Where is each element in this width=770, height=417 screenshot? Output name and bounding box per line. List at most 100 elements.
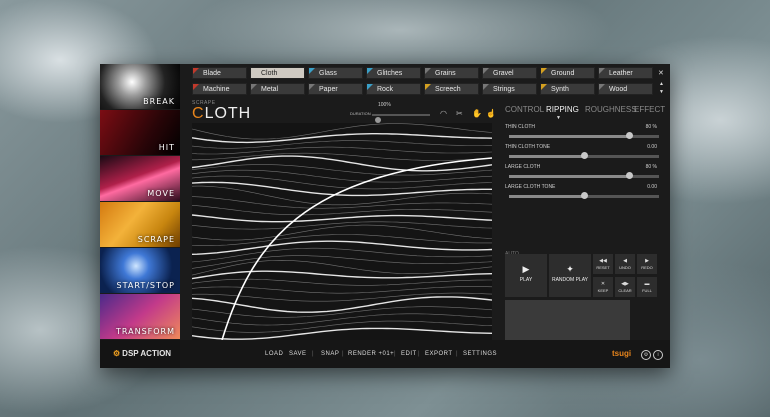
category-start-stop[interactable]: START/STOP (100, 248, 180, 293)
category-hit[interactable]: HIT (100, 110, 180, 155)
preset-color-marker (251, 84, 257, 90)
hand-icon[interactable]: ✋ (472, 109, 482, 118)
preset-color-marker (425, 68, 431, 74)
param-fill (509, 135, 629, 138)
render-button[interactable]: RENDER +01+ (348, 351, 394, 357)
footer-separator: | (394, 351, 396, 357)
param-value: 80 % (645, 124, 657, 130)
undo-button[interactable]: ◀ UNDO (615, 254, 635, 274)
tab-control[interactable]: CONTROL (505, 105, 544, 114)
preset-grains[interactable]: Grains (424, 67, 479, 79)
preset-metal[interactable]: Metal (250, 83, 305, 95)
preset-color-marker (599, 68, 605, 74)
clear-button[interactable]: ◀▶ CLEAR (615, 277, 635, 297)
clear-icon: ◀▶ (621, 281, 629, 287)
category-scrape-label: SCRAPE (137, 235, 175, 244)
preset-glass[interactable]: Glass (308, 67, 363, 79)
param-label: THIN CLOTH (505, 124, 535, 130)
reset-button[interactable]: ◀◀ RESET (593, 254, 613, 274)
cloth-wave-line (192, 205, 492, 216)
preset-blade[interactable]: Blade (192, 67, 247, 79)
duration-track[interactable] (372, 114, 430, 123)
preset-color-marker (425, 84, 431, 90)
save-button[interactable]: SAVE (289, 351, 307, 357)
footer-separator: | (456, 351, 458, 357)
tab-roughness[interactable]: ROUGHNESS (585, 105, 637, 114)
reset-label: RESET (596, 265, 610, 270)
gear-icon: ⚙ (113, 349, 121, 358)
param-label: LARGE CLOTH (505, 164, 541, 170)
pointer-icon[interactable]: ☝ (486, 109, 496, 118)
full-label: FULL (642, 288, 652, 293)
tab-ripping[interactable]: RIPPING (546, 105, 579, 114)
preset-screech[interactable]: Screech (424, 83, 479, 95)
close-icon[interactable]: ✕ (658, 69, 664, 77)
preset-wood[interactable]: Wood (598, 83, 653, 95)
info-icon[interactable]: i (653, 350, 663, 360)
category-break[interactable]: BREAK (100, 64, 180, 109)
cloth-wave-line (192, 221, 492, 230)
settings-button[interactable]: SETTINGS (463, 351, 497, 357)
settings-icon[interactable]: ⚙ (641, 350, 651, 360)
edit-button[interactable]: EDIT (401, 351, 417, 357)
preset-color-marker (309, 84, 315, 90)
param-value: 80 % (645, 164, 657, 170)
preset-synth[interactable]: Synth (540, 83, 595, 95)
param-label: THIN CLOTH TONE (505, 144, 551, 150)
notes-area[interactable] (505, 300, 630, 340)
preset-color-marker (541, 84, 547, 90)
export-button[interactable]: EXPORT (425, 351, 453, 357)
param-thumb[interactable] (581, 152, 588, 159)
cloth-wave-line (192, 240, 492, 255)
tab-effect[interactable]: EFFECT (634, 105, 665, 114)
param-thumb[interactable] (581, 192, 588, 199)
duration-value: 100% (378, 102, 391, 108)
headphones-icon[interactable]: ◠ (440, 109, 447, 118)
cloth-wave-line (192, 320, 492, 333)
clear-label: CLEAR (618, 288, 632, 293)
preset-label: Blade (203, 70, 221, 77)
preset-label: Cloth (261, 70, 278, 77)
scissors-icon[interactable]: ✂ (456, 109, 463, 118)
preset-ground[interactable]: Ground (540, 67, 595, 79)
preset-color-marker (367, 68, 373, 74)
cloth-wave-line (192, 175, 492, 190)
scroll-down-icon[interactable]: ▼ (659, 89, 664, 95)
preset-paper[interactable]: Paper (308, 83, 363, 95)
category-move[interactable]: MOVE (100, 156, 180, 201)
footer-separator: | (312, 351, 314, 357)
category-start-stop-label: START/STOP (116, 281, 175, 290)
preset-color-marker (541, 68, 547, 74)
preset-color-marker (309, 68, 315, 74)
play-button[interactable]: ▶ PLAY (505, 254, 547, 297)
category-transform[interactable]: TRANSFORM (100, 294, 180, 339)
reset-icon: ◀◀ (599, 258, 607, 264)
footer-bar: LOAD SAVE | SNAP | RENDER +01+ | EDIT | … (180, 340, 670, 368)
scroll-up-icon[interactable]: ▲ (659, 81, 664, 87)
param-value: 0.00 (647, 144, 657, 150)
preset-rock[interactable]: Rock (366, 83, 421, 95)
preset-glitches[interactable]: Glitches (366, 67, 421, 79)
random-play-button[interactable]: ✦ RANDOM PLAY (549, 254, 591, 297)
redo-button[interactable]: ▶ REDO (637, 254, 657, 274)
tsugi-logo: tsugi (612, 349, 632, 358)
preset-strings[interactable]: Strings (482, 83, 537, 95)
preset-color-marker (193, 84, 199, 90)
category-scrape[interactable]: SCRAPE (100, 202, 180, 247)
param-thumb[interactable] (626, 172, 633, 179)
snap-button[interactable]: SNAP (321, 351, 339, 357)
preset-label: Ground (551, 70, 575, 77)
category-move-label: MOVE (147, 189, 175, 198)
param-thumb[interactable] (626, 132, 633, 139)
load-button[interactable]: LOAD (265, 351, 283, 357)
keep-button[interactable]: ✕ KEEP (593, 277, 613, 297)
preset-cloth[interactable]: Cloth (250, 67, 305, 79)
preset-gravel[interactable]: Gravel (482, 67, 537, 79)
cloth-wave-line (192, 181, 492, 197)
full-button[interactable]: ▬ FULL (637, 277, 657, 297)
texture-canvas[interactable] (192, 123, 492, 340)
param-track[interactable] (509, 175, 659, 178)
param-track[interactable] (509, 135, 659, 138)
preset-leather[interactable]: Leather (598, 67, 653, 79)
preset-machine[interactable]: Machine (192, 83, 247, 95)
